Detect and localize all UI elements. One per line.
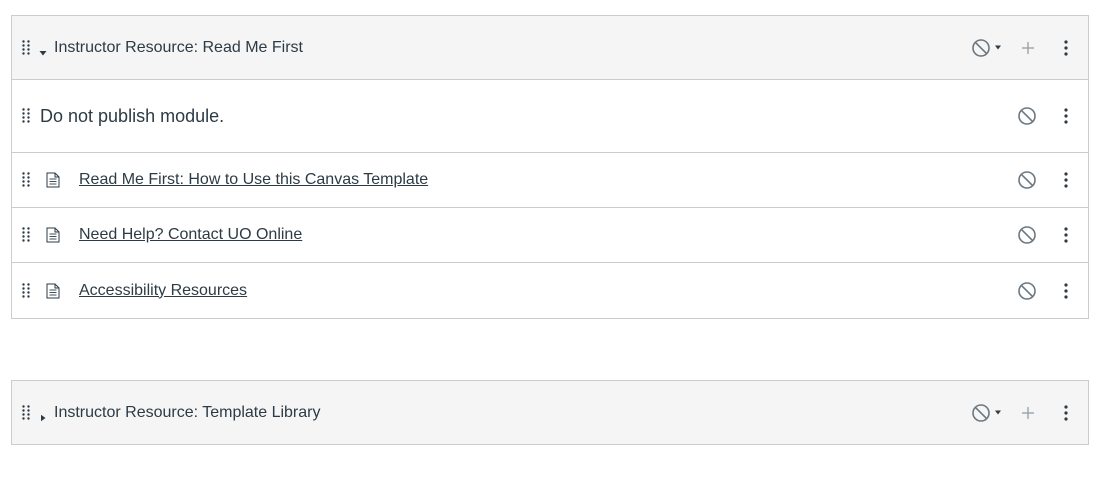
module-item-page: Accessibility Resources bbox=[12, 263, 1088, 318]
module-title[interactable]: Instructor Resource: Template Library bbox=[54, 404, 320, 422]
caret-right-icon[interactable] bbox=[39, 409, 47, 421]
drag-handle-icon[interactable] bbox=[22, 39, 30, 56]
page-document-icon bbox=[46, 172, 60, 188]
module-item-page: Read Me First: How to Use this Canvas Te… bbox=[12, 153, 1088, 208]
kebab-icon[interactable] bbox=[1062, 404, 1070, 422]
item-link[interactable]: Read Me First: How to Use this Canvas Te… bbox=[79, 171, 428, 189]
subheader-text: Do not publish module. bbox=[40, 105, 225, 126]
unpublished-dropdown[interactable] bbox=[971, 403, 1003, 423]
module-read-me-first: Instructor Resource: Read Me First Do no… bbox=[11, 15, 1089, 319]
drag-handle-icon[interactable] bbox=[22, 282, 30, 299]
unpublished-icon[interactable] bbox=[1017, 106, 1037, 126]
kebab-icon[interactable] bbox=[1062, 39, 1070, 57]
drag-handle-icon[interactable] bbox=[22, 404, 30, 421]
unpublished-icon[interactable] bbox=[1017, 281, 1037, 301]
module-template-library: Instructor Resource: Template Library bbox=[11, 380, 1089, 445]
drag-handle-icon[interactable] bbox=[22, 108, 30, 124]
kebab-icon[interactable] bbox=[1062, 282, 1070, 300]
page-document-icon bbox=[46, 227, 60, 243]
kebab-icon[interactable] bbox=[1062, 107, 1070, 125]
module-item-page: Need Help? Contact UO Online bbox=[12, 208, 1088, 263]
item-link[interactable]: Need Help? Contact UO Online bbox=[79, 226, 302, 244]
item-link[interactable]: Accessibility Resources bbox=[79, 282, 247, 300]
drag-handle-icon[interactable] bbox=[22, 227, 30, 243]
module-title[interactable]: Instructor Resource: Read Me First bbox=[54, 39, 303, 57]
unpublished-icon[interactable] bbox=[1017, 170, 1037, 190]
unpublished-icon[interactable] bbox=[1017, 225, 1037, 245]
kebab-icon[interactable] bbox=[1062, 171, 1070, 189]
drag-handle-icon[interactable] bbox=[22, 172, 30, 188]
module-item-subheader: Do not publish module. bbox=[12, 80, 1088, 153]
plus-icon[interactable] bbox=[1020, 40, 1036, 56]
page-document-icon bbox=[46, 283, 60, 299]
kebab-icon[interactable] bbox=[1062, 226, 1070, 244]
caret-down-icon[interactable] bbox=[39, 44, 47, 55]
plus-icon[interactable] bbox=[1020, 405, 1036, 421]
module-header[interactable]: Instructor Resource: Read Me First bbox=[12, 16, 1088, 80]
unpublished-dropdown[interactable] bbox=[971, 38, 1003, 58]
module-header[interactable]: Instructor Resource: Template Library bbox=[12, 381, 1088, 444]
